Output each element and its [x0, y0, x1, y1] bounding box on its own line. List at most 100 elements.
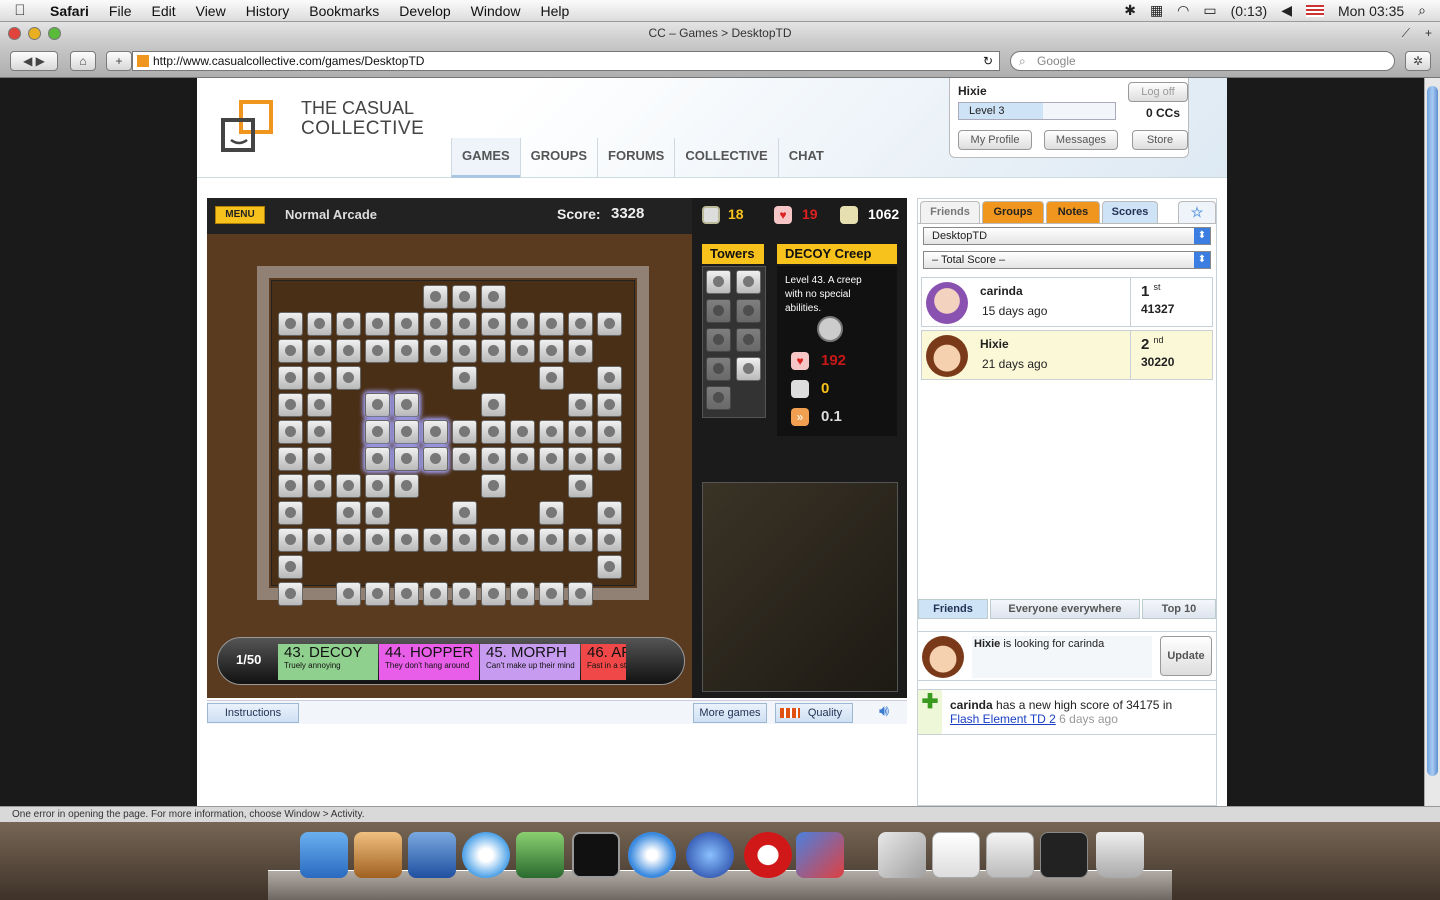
tower-cell[interactable]	[336, 312, 361, 336]
tower-cell[interactable]	[423, 447, 448, 471]
game-canvas[interactable]: MENU Normal Arcade Score: 3328 18 ♥ 19 1…	[207, 198, 907, 698]
tower-cell[interactable]	[423, 285, 448, 309]
tower-cell[interactable]	[307, 366, 332, 390]
tower-cell[interactable]	[336, 528, 361, 552]
nav-forums[interactable]: FORUMS	[597, 138, 674, 178]
scope-everyone-tab[interactable]: Everyone everywhere	[990, 599, 1140, 619]
tower-slot-1[interactable]	[706, 270, 731, 294]
tower-cell[interactable]	[365, 447, 390, 471]
close-window-button[interactable]	[8, 27, 21, 40]
tower-cell[interactable]	[365, 312, 390, 336]
more-games-button[interactable]: More games	[693, 703, 767, 723]
tower-cell[interactable]	[423, 339, 448, 363]
wave-43[interactable]: 43. DECOY Truely annoying	[278, 644, 378, 680]
zoom-window-button[interactable]	[48, 27, 61, 40]
tower-cell[interactable]	[452, 339, 477, 363]
tower-cell[interactable]	[336, 501, 361, 525]
tower-cell[interactable]	[452, 420, 477, 444]
tower-cell[interactable]	[597, 555, 622, 579]
safari-icon[interactable]	[628, 832, 676, 878]
tower-cell[interactable]	[365, 474, 390, 498]
tower-cell[interactable]	[452, 528, 477, 552]
tower-cell[interactable]	[568, 474, 593, 498]
tower-cell[interactable]	[278, 501, 303, 525]
forward-icon[interactable]: ▶	[36, 54, 45, 68]
tower-cell[interactable]	[568, 582, 593, 606]
tower-cell[interactable]	[510, 420, 535, 444]
score-row[interactable]: Hixie 21 days ago 2 nd 30220	[921, 330, 1213, 380]
tower-cell[interactable]	[481, 312, 506, 336]
vertical-scrollbar[interactable]	[1424, 78, 1440, 806]
tower-cell[interactable]	[510, 339, 535, 363]
home-button[interactable]: ⌂	[70, 51, 96, 71]
tower-cell[interactable]	[539, 582, 564, 606]
tower-cell[interactable]	[568, 420, 593, 444]
trash-icon[interactable]	[1096, 832, 1144, 878]
tower-cell[interactable]	[307, 447, 332, 471]
tower-cell[interactable]	[481, 447, 506, 471]
tower-slot-9[interactable]	[706, 386, 731, 410]
tower-cell[interactable]	[539, 528, 564, 552]
back-icon[interactable]: ◀	[23, 54, 32, 68]
tower-cell[interactable]	[365, 420, 390, 444]
favorite-star-icon[interactable]: ☆	[1178, 201, 1216, 223]
tower-cell[interactable]	[481, 420, 506, 444]
back-forward-buttons[interactable]: ◀ ▶	[10, 51, 58, 71]
tower-cell[interactable]	[597, 393, 622, 417]
tower-slot-3[interactable]	[706, 299, 731, 323]
tower-cell[interactable]	[510, 528, 535, 552]
tower-cell[interactable]	[481, 393, 506, 417]
parallels-icon[interactable]	[796, 832, 844, 878]
tower-cell[interactable]	[278, 474, 303, 498]
tower-cell[interactable]	[278, 582, 303, 606]
tower-cell[interactable]	[394, 474, 419, 498]
nav-games[interactable]: GAMES	[451, 138, 520, 178]
add-bookmark-button[interactable]: +	[106, 51, 132, 71]
tower-cell[interactable]	[307, 420, 332, 444]
tower-cell[interactable]	[394, 528, 419, 552]
tower-cell[interactable]	[597, 528, 622, 552]
tower-cell[interactable]	[539, 366, 564, 390]
score-type-select[interactable]: – Total Score –	[923, 251, 1211, 269]
quality-button[interactable]: Quality	[775, 703, 853, 723]
wave-45[interactable]: 45. MORPH Can't make up their mind	[480, 644, 580, 680]
reload-icon[interactable]: ↻	[983, 52, 993, 70]
tower-cell[interactable]	[394, 339, 419, 363]
tower-cell[interactable]	[278, 339, 303, 363]
casual-collective-logo[interactable]	[221, 100, 273, 154]
tower-slot-5[interactable]	[706, 328, 731, 352]
terminal-icon[interactable]	[572, 832, 620, 878]
menu-edit[interactable]: Edit	[141, 3, 185, 19]
tower-cell[interactable]	[365, 393, 390, 417]
tower-cell[interactable]	[365, 582, 390, 606]
tower-cell[interactable]	[307, 312, 332, 336]
tower-cell[interactable]	[452, 285, 477, 309]
instructions-tab[interactable]: Instructions	[207, 703, 299, 723]
tower-cell[interactable]	[481, 528, 506, 552]
menu-app[interactable]: Safari	[40, 3, 99, 19]
menu-help[interactable]: Help	[530, 3, 579, 19]
tower-cell[interactable]	[278, 420, 303, 444]
menu-window[interactable]: Window	[461, 3, 531, 19]
wave-46[interactable]: 46. AF Fast in a st	[581, 644, 626, 680]
tower-cell[interactable]	[394, 420, 419, 444]
opera-icon[interactable]	[744, 832, 792, 878]
tower-cell[interactable]	[452, 312, 477, 336]
tab-scores[interactable]: Scores	[1102, 201, 1158, 223]
tower-cell[interactable]	[452, 447, 477, 471]
drive-document-icon[interactable]	[986, 832, 1034, 878]
keynote-icon[interactable]	[354, 832, 402, 878]
tower-cell[interactable]	[568, 312, 593, 336]
menu-bookmarks[interactable]: Bookmarks	[299, 3, 389, 19]
wifi-icon[interactable]: ◠	[1177, 2, 1189, 19]
my-profile-button[interactable]: My Profile	[958, 130, 1032, 150]
tower-slot-7[interactable]	[706, 357, 731, 381]
menu-develop[interactable]: Develop	[389, 3, 460, 19]
tower-cell[interactable]	[394, 582, 419, 606]
tower-cell[interactable]	[597, 366, 622, 390]
tower-cell[interactable]	[307, 528, 332, 552]
nav-collective[interactable]: COLLECTIVE	[674, 138, 777, 178]
xcode-icon[interactable]	[408, 832, 456, 878]
menu-file[interactable]: File	[99, 3, 142, 19]
xcf-document-icon[interactable]	[932, 832, 980, 878]
